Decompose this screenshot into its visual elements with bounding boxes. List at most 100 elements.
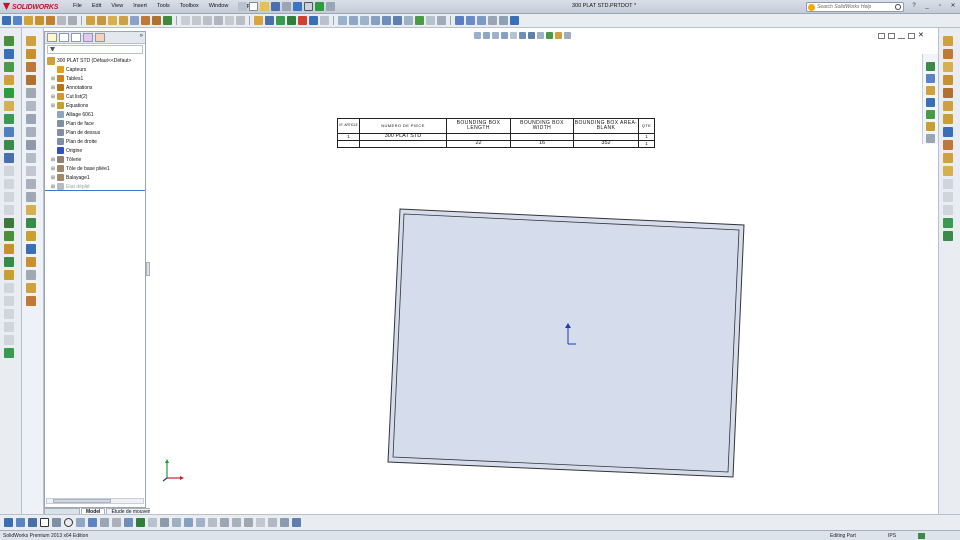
- extruded-boss-icon[interactable]: [4, 62, 14, 72]
- fillet-icon[interactable]: [57, 16, 66, 25]
- hole-wizard-icon[interactable]: [4, 257, 14, 267]
- tool-icon[interactable]: [943, 127, 953, 137]
- tool-icon[interactable]: [943, 36, 953, 46]
- flatten-icon[interactable]: [163, 16, 172, 25]
- solidworks-logo[interactable]: SOLIDWORKS: [2, 2, 58, 11]
- planar-surface-icon[interactable]: [26, 166, 36, 176]
- section-properties-icon[interactable]: [477, 16, 486, 25]
- new-document-icon[interactable]: [249, 2, 258, 11]
- thicken-icon[interactable]: [26, 218, 36, 228]
- axis-tool-icon[interactable]: [26, 49, 36, 59]
- pin-icon[interactable]: [238, 2, 247, 11]
- menu-insert[interactable]: Insert: [128, 3, 152, 9]
- scene-icon[interactable]: [426, 16, 435, 25]
- revolved-boss-icon[interactable]: [4, 75, 14, 85]
- mirror-icon[interactable]: [4, 127, 14, 137]
- section-view-icon[interactable]: [501, 32, 508, 39]
- linear-pattern-icon[interactable]: [220, 518, 229, 527]
- print-icon[interactable]: [282, 2, 291, 11]
- cut-icon[interactable]: [192, 16, 201, 25]
- menu-edit[interactable]: Edit: [87, 3, 106, 9]
- reference-geometry-icon[interactable]: [254, 16, 263, 25]
- menu-tools[interactable]: Tools: [152, 3, 175, 9]
- options-icon[interactable]: [326, 2, 335, 11]
- sketch-icon[interactable]: [4, 518, 13, 527]
- hide-show-icon[interactable]: [404, 16, 413, 25]
- tab-display-manager[interactable]: [95, 33, 105, 42]
- tool-icon[interactable]: [943, 166, 953, 176]
- tab-dimxpert-manager[interactable]: [83, 33, 93, 42]
- undo-icon[interactable]: [293, 2, 302, 11]
- ellipse-icon[interactable]: [100, 518, 109, 527]
- end-cap-icon[interactable]: [236, 16, 245, 25]
- close-button[interactable]: ✕: [948, 2, 958, 11]
- sketch-tools-icon[interactable]: [4, 36, 14, 46]
- slot-icon[interactable]: [52, 518, 61, 527]
- dropdown-icon[interactable]: [320, 16, 329, 25]
- tool-icon[interactable]: [943, 88, 953, 98]
- hide-show-items-icon[interactable]: [537, 32, 544, 39]
- cut-thicken-icon[interactable]: [26, 231, 36, 241]
- previous-view-icon[interactable]: [492, 32, 499, 39]
- axis-icon[interactable]: [276, 16, 285, 25]
- gusset-icon[interactable]: [4, 231, 14, 241]
- composite-curve-icon[interactable]: [26, 127, 36, 137]
- tab-configuration-manager[interactable]: [71, 33, 81, 42]
- tile-view-icon[interactable]: [888, 33, 895, 39]
- help-search[interactable]: Search SolidWorks Help: [806, 2, 904, 12]
- mirror-entities-icon[interactable]: [196, 518, 205, 527]
- smart-fastener-icon[interactable]: [4, 244, 14, 254]
- expand-icon[interactable]: ⊞: [50, 94, 56, 100]
- point-icon[interactable]: [136, 518, 145, 527]
- rebuild-icon[interactable]: [315, 2, 324, 11]
- tree-item[interactable]: Origine: [47, 146, 145, 155]
- flex-icon[interactable]: [26, 283, 36, 293]
- plane-tool-icon[interactable]: [26, 36, 36, 46]
- ruled-surface-icon[interactable]: [26, 179, 36, 189]
- split-line-icon[interactable]: [26, 88, 36, 98]
- tree-item[interactable]: Plan de dessus: [47, 128, 145, 137]
- appearance-icon[interactable]: [415, 16, 424, 25]
- rip-icon[interactable]: [181, 16, 190, 25]
- expand-icon[interactable]: ⊞: [50, 76, 56, 82]
- point-icon[interactable]: [287, 16, 296, 25]
- curves-icon[interactable]: [309, 16, 318, 25]
- extrude-icon[interactable]: [35, 16, 44, 25]
- search-icon[interactable]: [926, 98, 935, 107]
- tree-item[interactable]: ⊞ Tables1: [47, 74, 145, 83]
- chamfer-icon[interactable]: [68, 16, 77, 25]
- move-entities-icon[interactable]: [232, 518, 241, 527]
- sketched-bend-icon[interactable]: [130, 16, 139, 25]
- trim-entities-icon[interactable]: [244, 518, 253, 527]
- mate-reference-icon[interactable]: [26, 75, 36, 85]
- save-icon[interactable]: [271, 2, 280, 11]
- sketch-icon[interactable]: [2, 16, 11, 25]
- arc-icon[interactable]: [76, 518, 85, 527]
- deform-icon[interactable]: [26, 296, 36, 306]
- swept-boss-icon[interactable]: [4, 88, 14, 98]
- status-units[interactable]: IPS: [888, 533, 896, 539]
- weld-bead-icon[interactable]: [4, 218, 14, 228]
- file-explorer-icon[interactable]: [926, 86, 935, 95]
- rapid-sketch-icon[interactable]: [292, 518, 301, 527]
- lofted-boss-icon[interactable]: [4, 101, 14, 111]
- display-relations-icon[interactable]: [256, 518, 265, 527]
- menu-toolbox[interactable]: Toolbox: [175, 3, 204, 9]
- check-icon[interactable]: [488, 16, 497, 25]
- expand-icon[interactable]: ⊞: [50, 166, 56, 172]
- measure-icon[interactable]: [455, 16, 464, 25]
- zoom-area-icon[interactable]: [483, 32, 490, 39]
- helix-icon[interactable]: [26, 114, 36, 124]
- search-icon[interactable]: [895, 4, 901, 10]
- zoom-area-icon[interactable]: [349, 16, 358, 25]
- tree-item[interactable]: Capteurs: [47, 65, 145, 74]
- fold-icon[interactable]: [152, 16, 161, 25]
- restore-doc-icon[interactable]: [908, 33, 915, 39]
- hem-icon[interactable]: [119, 16, 128, 25]
- rollback-bar[interactable]: [45, 190, 145, 191]
- expand-icon[interactable]: ⊞: [50, 175, 56, 181]
- minimize-button[interactable]: _: [922, 2, 932, 11]
- quick-snaps-icon[interactable]: [280, 518, 289, 527]
- display-style-icon[interactable]: [393, 16, 402, 25]
- rib-icon[interactable]: [4, 348, 14, 358]
